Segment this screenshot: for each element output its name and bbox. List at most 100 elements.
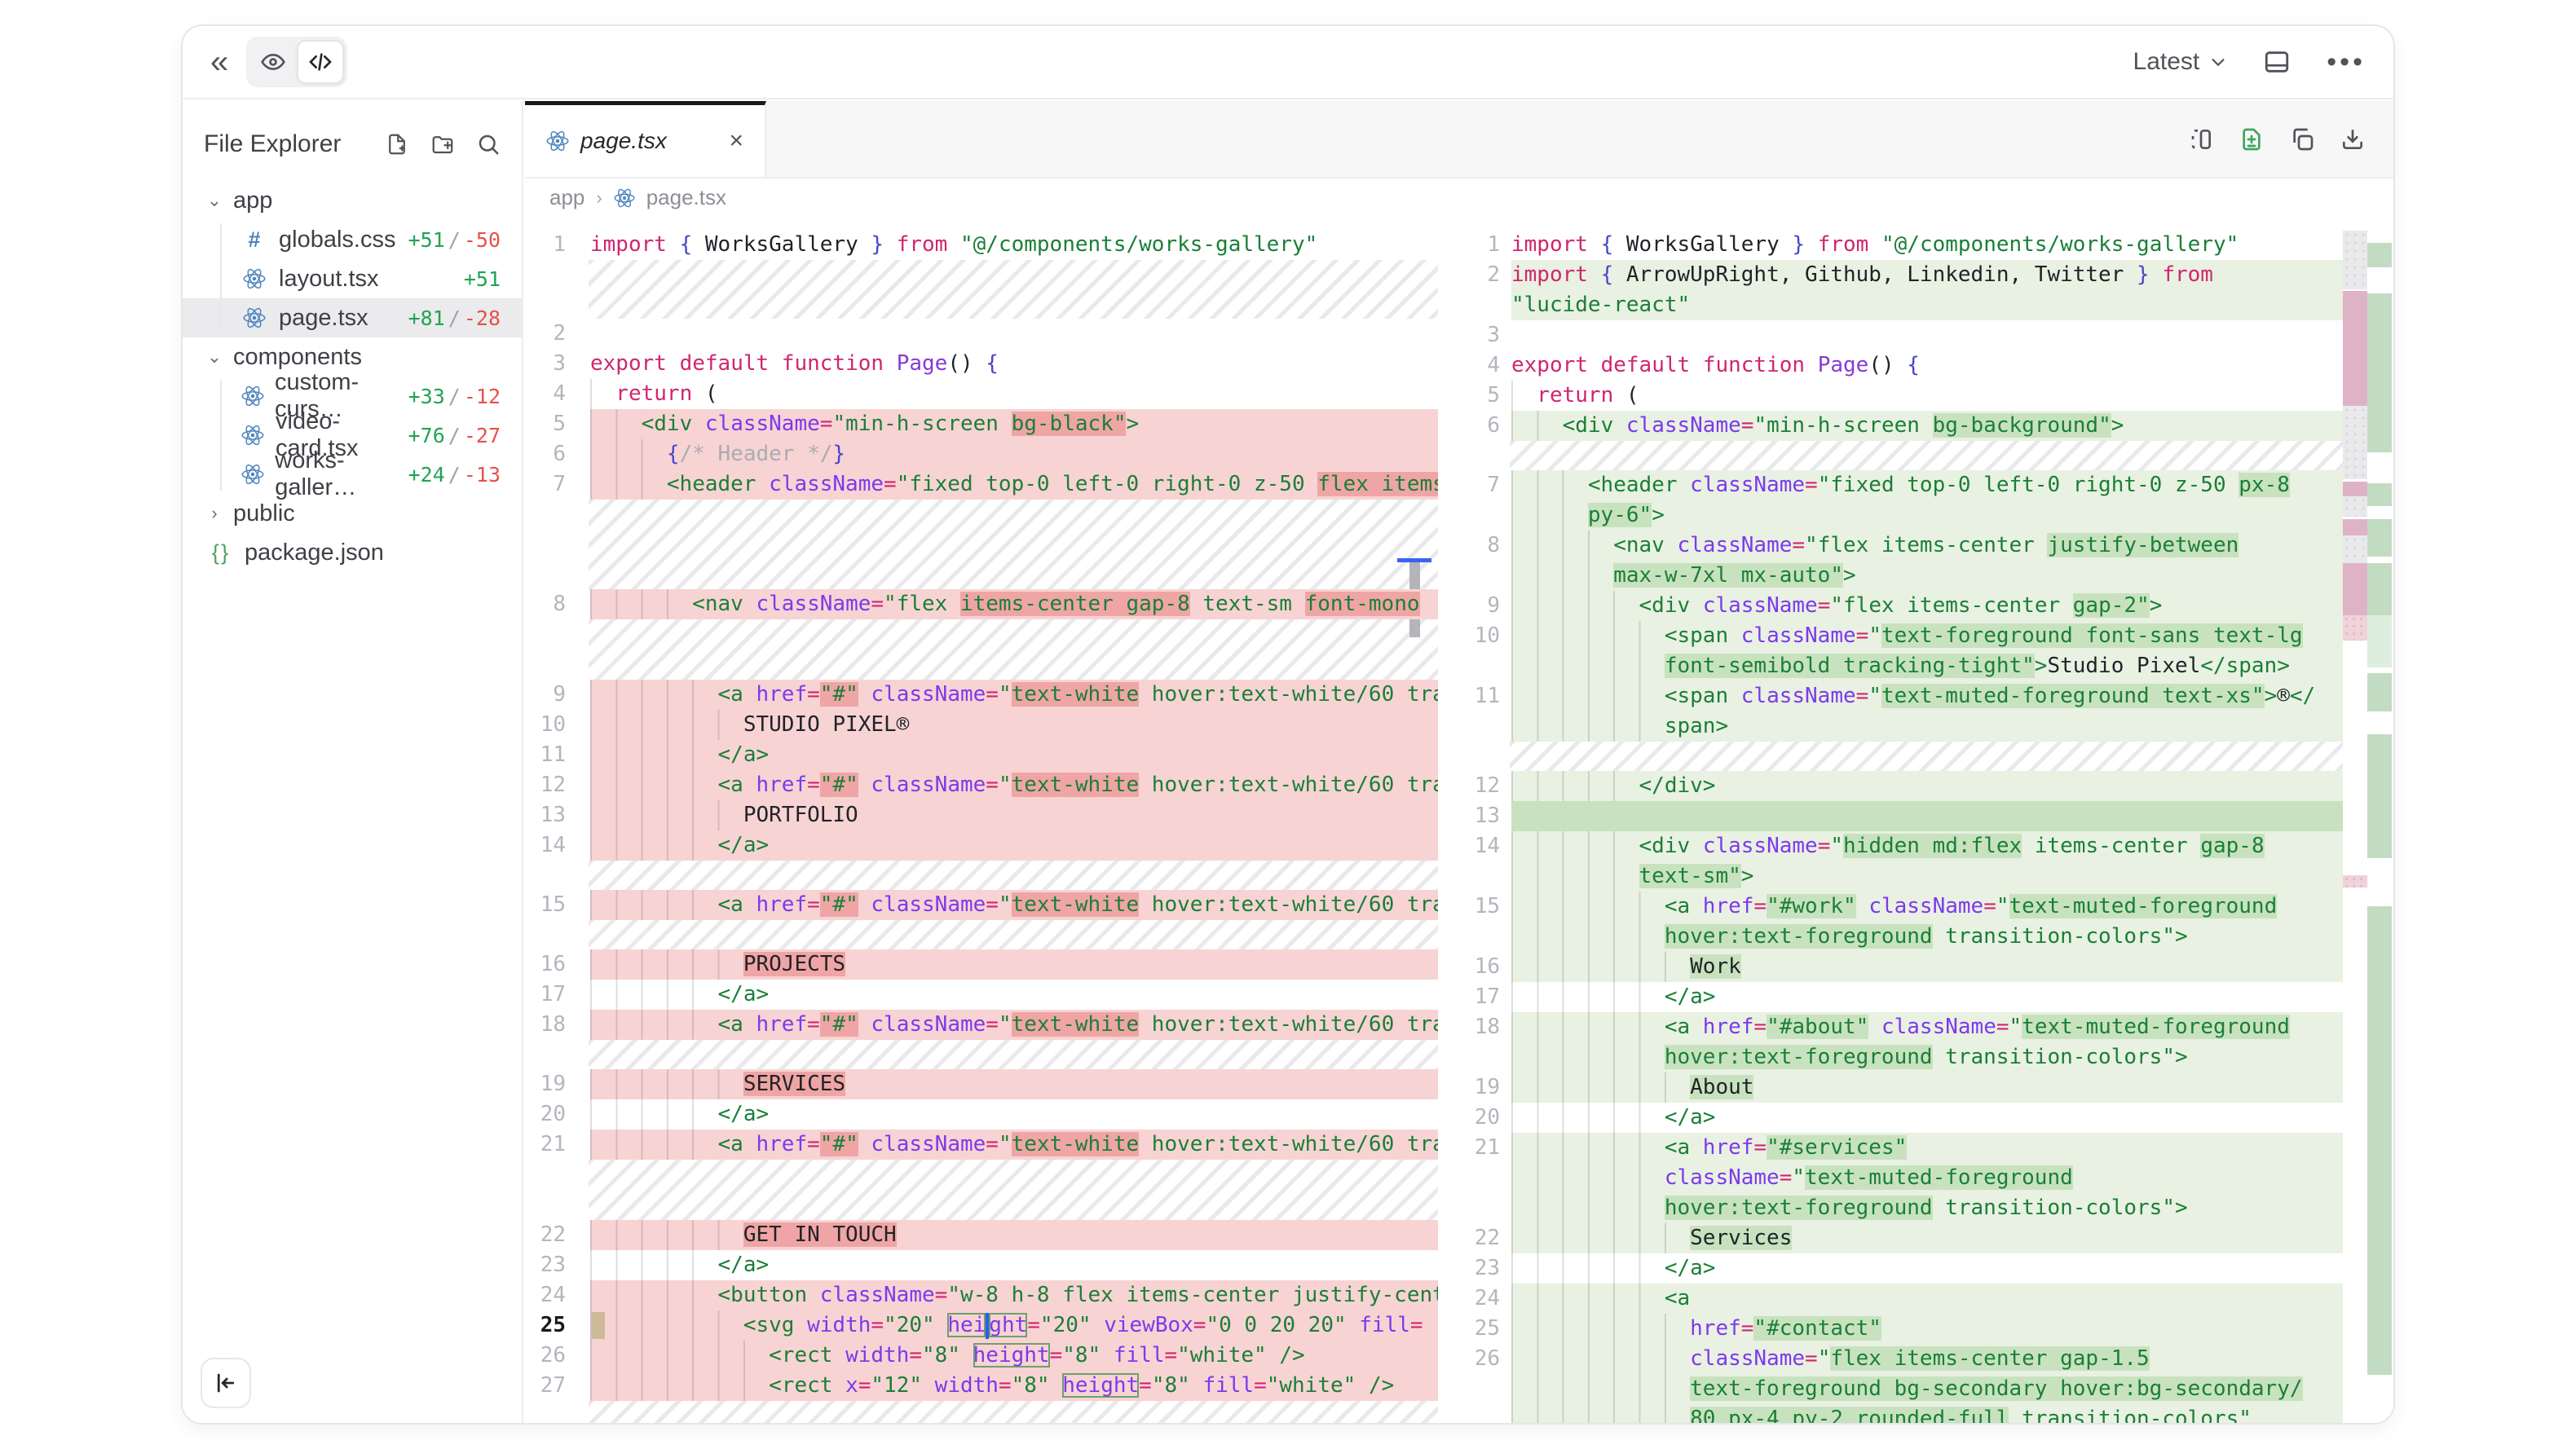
code-line[interactable]: 26<rect width="8" height="8" fill="white… bbox=[525, 1341, 1438, 1371]
code-line[interactable]: 24<button className="w-8 h-8 flex items-… bbox=[525, 1280, 1438, 1310]
code-line[interactable]: 22GET IN TOUCH bbox=[525, 1220, 1438, 1250]
code-line[interactable]: 11</a> bbox=[525, 740, 1438, 770]
code-line[interactable]: 8<nav className="flex items-center gap-8… bbox=[525, 589, 1438, 619]
more-options-icon[interactable]: ••• bbox=[2327, 46, 2366, 78]
code-line[interactable]: 4return ( bbox=[525, 379, 1438, 409]
code-line[interactable]: 25<svg width="20" height="20" viewBox="0… bbox=[525, 1310, 1438, 1341]
breadcrumb-file[interactable]: page.tsx bbox=[646, 185, 726, 210]
code-line[interactable]: 21<a href="#services" className="text-mu… bbox=[1462, 1133, 2343, 1223]
code-line[interactable]: 25href="#contact" bbox=[1462, 1314, 2343, 1344]
code-line[interactable]: 12<a href="#" className="text-white hove… bbox=[525, 770, 1438, 800]
file-page.tsx[interactable]: page.tsx+81/-28 bbox=[183, 298, 522, 337]
code-line[interactable]: 21<a href="#" className="text-white hove… bbox=[525, 1130, 1438, 1160]
code-line[interactable]: 23</a> bbox=[525, 1250, 1438, 1280]
collapsed-unchanged-region[interactable] bbox=[589, 861, 1438, 890]
code-line[interactable]: 13PORTFOLIO bbox=[525, 800, 1438, 830]
code-line[interactable]: 1import { WorksGallery } from "@/compone… bbox=[525, 230, 1438, 260]
preview-eye-icon[interactable] bbox=[249, 40, 297, 84]
code-line[interactable]: 2 bbox=[525, 319, 1438, 349]
code-line[interactable]: 17</a> bbox=[1462, 982, 2343, 1012]
code-line[interactable]: 14<div className="hidden md:flex items-c… bbox=[1462, 831, 2343, 892]
file-works-galler-[interactable]: works-galler…+24/-13 bbox=[183, 455, 522, 494]
code-view-icon[interactable] bbox=[297, 40, 344, 84]
code-line[interactable]: 6<div className="min-h-screen bg-backgro… bbox=[1462, 411, 2343, 441]
collapsed-unchanged-region[interactable] bbox=[1510, 441, 2343, 470]
code-line[interactable]: 7<header className="fixed top-0 left-0 r… bbox=[1462, 470, 2343, 531]
code-line[interactable]: 15<a href="#" className="text-white hove… bbox=[525, 890, 1438, 920]
code-line[interactable]: 23</a> bbox=[1462, 1253, 2343, 1284]
new-folder-icon[interactable] bbox=[430, 132, 455, 156]
code-line[interactable]: 8<nav className="flex items-center justi… bbox=[1462, 531, 2343, 591]
code-line[interactable]: 1import { WorksGallery } from "@/compone… bbox=[1462, 230, 2343, 260]
code-line[interactable]: 26className="flex items-center gap-1.5 t… bbox=[1462, 1344, 2343, 1423]
code-line[interactable]: 27<rect x="12" width="8" height="8" fill… bbox=[525, 1371, 1438, 1401]
collapsed-unchanged-region[interactable] bbox=[589, 1160, 1438, 1220]
collapsed-unchanged-region[interactable] bbox=[589, 619, 1438, 680]
code-line[interactable]: 2import { ArrowUpRight, Github, Linkedin… bbox=[1462, 260, 2343, 320]
code-line[interactable]: 24<a bbox=[1462, 1284, 2343, 1314]
code-line[interactable]: 18<a href="#about" className="text-muted… bbox=[1462, 1012, 2343, 1072]
code-line[interactable]: 4export default function Page() { bbox=[1462, 350, 2343, 381]
code-line[interactable]: 19About bbox=[1462, 1072, 2343, 1103]
bottom-panel-icon[interactable] bbox=[2263, 48, 2291, 76]
line-content: <rect x="12" width="8" height="8" fill="… bbox=[590, 1371, 1438, 1401]
file-globals.css[interactable]: #globals.css+51/-50 bbox=[183, 220, 522, 259]
collapse-panel-icon[interactable]: « bbox=[210, 46, 227, 78]
code-line[interactable]: 16Work bbox=[1462, 952, 2343, 982]
breadcrumb-folder[interactable]: app bbox=[549, 185, 584, 210]
minimap-green-block bbox=[2367, 673, 2392, 711]
diff-pane-new[interactable]: 1import { WorksGallery } from "@/compone… bbox=[1462, 230, 2343, 1423]
line-number: 12 bbox=[1462, 771, 1511, 801]
collapsed-unchanged-region[interactable] bbox=[589, 920, 1438, 949]
code-line[interactable]: 20</a> bbox=[1462, 1103, 2343, 1133]
code-line[interactable]: 22Services bbox=[1462, 1223, 2343, 1253]
code-line[interactable]: 15<a href="#work" className="text-muted-… bbox=[1462, 892, 2343, 952]
collapsed-unchanged-region[interactable] bbox=[589, 1040, 1438, 1069]
minimap-green-block bbox=[2367, 243, 2392, 267]
new-file-icon[interactable] bbox=[385, 132, 409, 156]
split-view-icon[interactable] bbox=[2188, 126, 2214, 152]
code-line[interactable]: 9<div className="flex items-center gap-2… bbox=[1462, 591, 2343, 621]
code-line[interactable]: 18<a href="#" className="text-white hove… bbox=[525, 1010, 1438, 1040]
collapsed-unchanged-region[interactable] bbox=[589, 500, 1438, 589]
copy-icon[interactable] bbox=[2289, 126, 2315, 152]
file-package.json[interactable]: { }package.json bbox=[183, 533, 522, 572]
code-line[interactable]: 6{/* Header */} bbox=[525, 439, 1438, 469]
collapsed-unchanged-region[interactable] bbox=[589, 260, 1438, 319]
line-number: 5 bbox=[525, 409, 590, 439]
folder-app[interactable]: ⌄app bbox=[183, 181, 522, 220]
line-content: </a> bbox=[1511, 1253, 2343, 1284]
code-line[interactable]: 16PROJECTS bbox=[525, 949, 1438, 980]
code-line[interactable]: 3 bbox=[1462, 320, 2343, 350]
code-line[interactable]: 13 bbox=[1462, 801, 2343, 831]
collapsed-unchanged-region[interactable] bbox=[589, 1401, 1438, 1423]
search-icon[interactable] bbox=[476, 132, 501, 156]
code-line[interactable]: 12</div> bbox=[1462, 771, 2343, 801]
mini-map[interactable] bbox=[2343, 230, 2393, 1423]
download-icon[interactable] bbox=[2340, 126, 2366, 152]
version-dropdown[interactable]: Latest bbox=[2133, 48, 2228, 76]
code-line[interactable]: 17</a> bbox=[525, 980, 1438, 1010]
diff-file-icon[interactable] bbox=[2239, 126, 2265, 152]
code-line[interactable]: 10<span className="text-foreground font-… bbox=[1462, 621, 2343, 681]
code-line[interactable]: 9<a href="#" className="text-white hover… bbox=[525, 680, 1438, 710]
code-line[interactable]: 5return ( bbox=[1462, 381, 2343, 411]
code-line[interactable]: 5<div className="min-h-screen bg-black"> bbox=[525, 409, 1438, 439]
tab-close-icon[interactable]: × bbox=[729, 127, 743, 155]
collapse-sidebar-button[interactable] bbox=[201, 1358, 251, 1408]
code-line[interactable]: 20</a> bbox=[525, 1099, 1438, 1130]
code-line[interactable]: 7<header className="fixed top-0 left-0 r… bbox=[525, 469, 1438, 500]
code-line[interactable]: 3export default function Page() { bbox=[525, 349, 1438, 379]
code-line[interactable]: 14</a> bbox=[525, 830, 1438, 861]
collapsed-unchanged-region[interactable] bbox=[1510, 742, 2343, 771]
diff-pane-old[interactable]: 1import { WorksGallery } from "@/compone… bbox=[525, 230, 1438, 1423]
code-line[interactable]: 10STUDIO PIXEL® bbox=[525, 710, 1438, 740]
tab-page-tsx[interactable]: page.tsx × bbox=[525, 101, 766, 177]
code-line[interactable]: 19SERVICES bbox=[525, 1069, 1438, 1099]
folder-public[interactable]: ›public bbox=[183, 494, 522, 533]
line-content: </a> bbox=[1511, 1103, 2343, 1133]
change-marker bbox=[592, 1312, 605, 1339]
file-layout.tsx[interactable]: layout.tsx+51 bbox=[183, 259, 522, 298]
code-line[interactable]: 11<span className="text-muted-foreground… bbox=[1462, 681, 2343, 742]
line-number: 8 bbox=[1462, 531, 1511, 591]
